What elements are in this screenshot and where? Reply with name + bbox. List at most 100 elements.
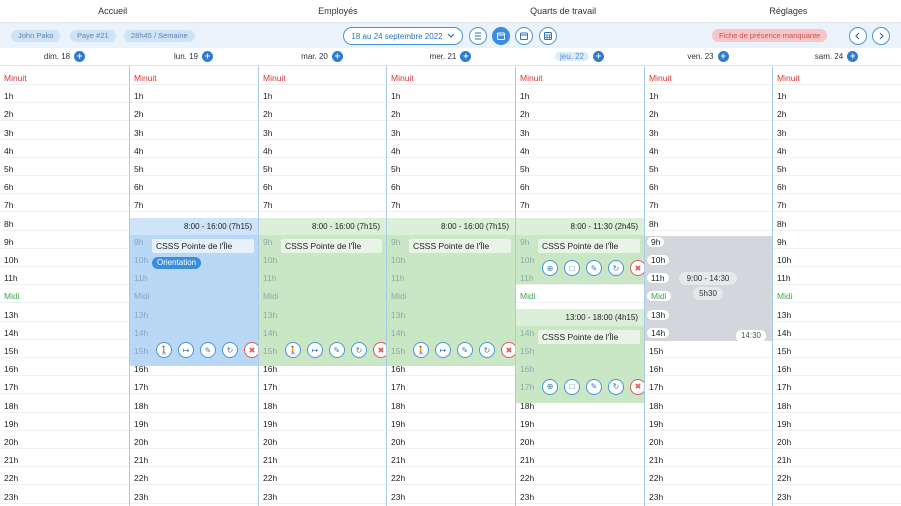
edit-button[interactable]: ✎ bbox=[200, 342, 216, 359]
hour-label: 19h bbox=[263, 418, 278, 429]
day-label: mar. 20 bbox=[301, 52, 328, 61]
swap-button[interactable]: ↻ bbox=[351, 342, 367, 359]
hour-label: 14h bbox=[777, 327, 792, 338]
delete-button[interactable]: ✖ bbox=[244, 342, 258, 359]
previous-week-button[interactable] bbox=[849, 27, 867, 45]
hour-label: Minuit bbox=[263, 73, 286, 83]
nav-shifts[interactable]: Quarts de travail bbox=[451, 0, 676, 22]
hour-gridline bbox=[773, 175, 901, 176]
add-shift-button[interactable]: + bbox=[331, 51, 343, 62]
shift-block[interactable]: 9h 10h 11h Midi 13h 14h 15h 8:00 - 16:00 (7h15)… bbox=[130, 217, 258, 367]
hour-gridline bbox=[516, 175, 644, 176]
shift-block[interactable]: 9h 10h 11h Midi 13h 14h 15h 8:00 - 16:00 (7h15)… bbox=[259, 217, 386, 367]
attach-button[interactable]: ⊕ bbox=[542, 260, 558, 277]
day-column[interactable]: Minuit1h2h3h4h5h6h7h8h9h10h11hMidi13h14h… bbox=[515, 66, 644, 506]
month-view-button[interactable] bbox=[515, 27, 533, 45]
edit-button[interactable]: ✎ bbox=[586, 260, 602, 277]
walk-in-button[interactable]: 🚶 bbox=[413, 342, 429, 359]
hour-gridline bbox=[0, 284, 129, 286]
hour-gridline bbox=[645, 138, 772, 140]
hour-label: 3h bbox=[649, 127, 659, 138]
delete-button[interactable]: ✖ bbox=[501, 342, 515, 359]
add-shift-button[interactable]: + bbox=[847, 51, 859, 62]
walk-in-button[interactable]: 🚶 bbox=[285, 342, 301, 359]
day-header: mer. 21 + bbox=[386, 48, 515, 66]
hour-label: 11h bbox=[391, 273, 405, 284]
swap-button[interactable]: ↻ bbox=[222, 342, 238, 359]
walk-out-button[interactable]: ↦ bbox=[307, 342, 323, 359]
hour-gridline bbox=[259, 466, 386, 468]
nav-home[interactable]: Accueil bbox=[0, 0, 225, 22]
document-button[interactable]: □ bbox=[564, 378, 580, 395]
hour-label: 9h bbox=[263, 236, 273, 247]
add-shift-button[interactable]: + bbox=[74, 51, 86, 62]
document-button[interactable]: □ bbox=[564, 260, 580, 277]
edit-button[interactable]: ✎ bbox=[329, 342, 345, 359]
swap-icon: ↻ bbox=[483, 345, 491, 355]
hour-label: 4h bbox=[649, 145, 659, 156]
hour-label: 11h bbox=[134, 273, 148, 284]
day-label: sam. 24 bbox=[814, 52, 844, 61]
delete-button[interactable]: ✖ bbox=[630, 260, 644, 277]
add-shift-button[interactable]: + bbox=[460, 51, 472, 62]
hour-gridline bbox=[645, 411, 772, 413]
nav-employees[interactable]: Employés bbox=[225, 0, 450, 22]
hour-gridline bbox=[645, 156, 772, 158]
document-icon: □ bbox=[569, 263, 575, 273]
add-shift-button[interactable]: + bbox=[717, 51, 729, 62]
hour-label: 3h bbox=[391, 127, 401, 138]
delete-button[interactable]: ✖ bbox=[630, 378, 644, 395]
employee-chip[interactable]: John Pako bbox=[11, 30, 61, 42]
swap-icon: ↻ bbox=[355, 345, 363, 355]
hour-gridline bbox=[130, 156, 258, 158]
hour-label: 1h bbox=[777, 91, 787, 102]
swap-button[interactable]: ↻ bbox=[608, 260, 624, 277]
day-column[interactable]: Minuit1h2h3h4h5h6h7h8h9h10h11hMidi13h14h… bbox=[772, 66, 901, 506]
hour-gridline bbox=[516, 411, 644, 413]
grid-view-button[interactable] bbox=[539, 27, 557, 45]
list-view-button[interactable] bbox=[469, 27, 487, 45]
attach-button[interactable]: ⊕ bbox=[542, 378, 558, 395]
week-view-button[interactable] bbox=[492, 27, 510, 45]
hour-label: 22h bbox=[649, 473, 664, 484]
walk-out-button[interactable]: ↦ bbox=[178, 342, 194, 359]
walk-out-button[interactable]: ↦ bbox=[435, 342, 451, 359]
hour-gridline bbox=[130, 484, 258, 486]
hour-gridline bbox=[773, 448, 901, 449]
edit-button[interactable]: ✎ bbox=[586, 378, 602, 395]
swap-button[interactable]: ↻ bbox=[608, 378, 624, 395]
hour-label: 7h bbox=[4, 200, 14, 211]
hour-gridline bbox=[645, 357, 772, 358]
document-icon: □ bbox=[569, 382, 575, 392]
hour-gridline bbox=[773, 211, 901, 213]
missing-timesheet-badge[interactable]: Fiche de présence manquante bbox=[712, 29, 828, 42]
shift-time: 8:00 - 16:00 (7h15) bbox=[130, 217, 258, 235]
add-shift-button[interactable]: + bbox=[202, 51, 214, 62]
edit-button[interactable]: ✎ bbox=[457, 342, 473, 359]
day-header: ven. 23 + bbox=[644, 48, 772, 66]
delete-icon: ✖ bbox=[248, 345, 256, 355]
day-column[interactable]: Minuit1h2h3h4h5h6h7h8h9h10h11hMidi13h14h… bbox=[0, 66, 129, 506]
hour-gridline bbox=[773, 338, 901, 340]
nav-settings[interactable]: Réglages bbox=[676, 0, 901, 22]
hour-gridline bbox=[773, 193, 901, 195]
shift-block[interactable]: 14h 15h 16h 17h 13:00 - 18:00 (4h15) CSSS Poi… bbox=[516, 308, 644, 403]
availability-block[interactable]: 9:00 - 14:30 5h30 bbox=[645, 235, 772, 341]
add-shift-button[interactable]: + bbox=[593, 51, 605, 62]
next-week-button[interactable] bbox=[872, 27, 890, 45]
hour-gridline bbox=[387, 484, 515, 486]
walk-in-button[interactable]: 🚶 bbox=[156, 342, 172, 359]
shift-block[interactable]: 9h 10h 11h 8:00 - 11:30 (2h45) CSSS Pointe d… bbox=[516, 217, 644, 285]
delete-button[interactable]: ✖ bbox=[373, 342, 386, 359]
swap-button[interactable]: ↻ bbox=[479, 342, 495, 359]
hour-gridline bbox=[130, 502, 258, 504]
hour-gridline bbox=[0, 120, 129, 122]
hour-gridline bbox=[387, 156, 515, 158]
hour-gridline bbox=[773, 120, 901, 122]
date-range-selector[interactable]: 18 au 24 septembre 2022 bbox=[343, 27, 463, 45]
hour-label: Midi bbox=[777, 291, 793, 302]
hour-gridline bbox=[645, 229, 772, 231]
shift-block[interactable]: 9h 10h 11h Midi 13h 14h 15h 8:00 - 16:00 (7h15)… bbox=[387, 217, 515, 367]
delete-icon: ✖ bbox=[634, 263, 642, 273]
pay-period-chip[interactable]: Paye #21 bbox=[70, 30, 116, 42]
